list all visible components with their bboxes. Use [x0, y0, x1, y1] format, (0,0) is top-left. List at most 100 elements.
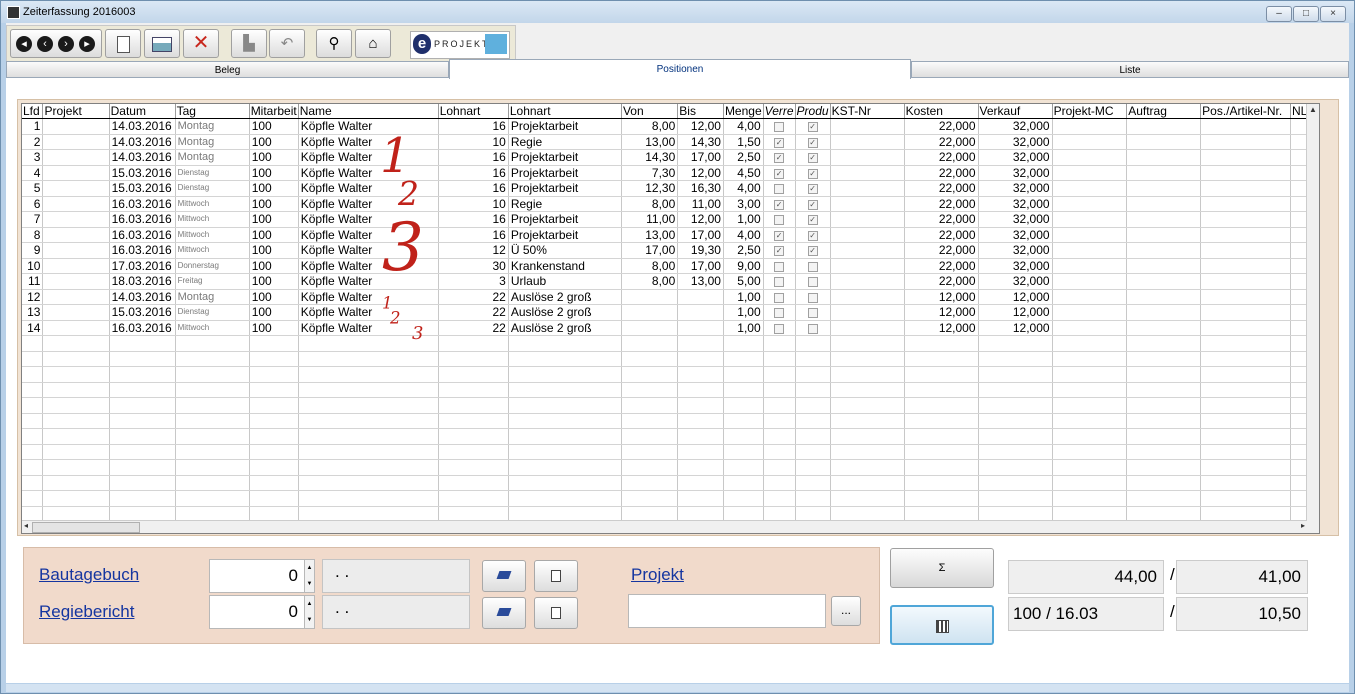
table-row[interactable]: 9 16.03.2016 Mittwoch 100 Köpfle Walter 12 Ü 5… [22, 242, 1319, 259]
cell-empty[interactable] [621, 413, 679, 429]
scroll-left-icon[interactable]: ◂ [24, 521, 28, 531]
cell-empty[interactable] [508, 351, 622, 367]
cell-la[interactable]: 10 [438, 134, 509, 150]
cell-empty[interactable] [723, 444, 764, 460]
cell-kosten[interactable]: 22,000 [904, 180, 979, 197]
cell-empty[interactable] [677, 475, 724, 491]
cell-empty[interactable] [1126, 444, 1202, 460]
column-header[interactable]: Lohnart [508, 104, 622, 119]
cell-bis[interactable]: 17,00 [677, 149, 724, 166]
cell-empty[interactable] [904, 382, 979, 398]
cell-empty[interactable] [298, 351, 439, 367]
cell-empty[interactable] [1052, 351, 1128, 367]
cell-la[interactable]: 12 [438, 242, 509, 259]
bautagebuch-date-field[interactable]: . . [322, 559, 470, 593]
cell-empty[interactable] [1052, 118, 1128, 135]
cell-empty[interactable] [22, 382, 44, 398]
cell-empty[interactable] [1052, 335, 1128, 352]
cell-empty[interactable] [1052, 382, 1128, 398]
cell-empty[interactable] [830, 258, 905, 274]
cell-bis[interactable] [677, 304, 724, 321]
verrechnet-checkbox[interactable] [763, 211, 796, 228]
cell-tag[interactable]: Freitag [175, 273, 250, 290]
cell-empty[interactable] [1126, 459, 1202, 476]
minimize-button[interactable]: – [1266, 6, 1292, 22]
cell-empty[interactable] [175, 335, 250, 352]
cell-tag[interactable]: Montag [175, 118, 250, 135]
cell-empty[interactable] [795, 475, 831, 491]
cell-lohnart[interactable]: Regie [508, 134, 622, 150]
cell-empty[interactable] [22, 459, 44, 476]
cell-empty[interactable] [109, 413, 176, 429]
cell-empty[interactable] [763, 351, 796, 367]
cell-empty[interactable] [763, 428, 796, 445]
cell-empty[interactable] [42, 134, 110, 150]
cell-bis[interactable] [677, 320, 724, 336]
cell-empty[interactable] [904, 459, 979, 476]
cell-kosten[interactable]: 22,000 [904, 165, 979, 181]
produktiv-checkbox[interactable]: ✓ [795, 149, 831, 166]
cell-empty[interactable] [795, 413, 831, 429]
cell-empty[interactable] [1126, 242, 1202, 259]
table-row[interactable]: 3 14.03.2016 Montag 100 Köpfle Walter 16 Proje… [22, 149, 1319, 166]
cell-empty[interactable] [175, 351, 250, 367]
cell-empty[interactable] [249, 335, 299, 352]
cell-empty[interactable] [42, 397, 110, 414]
cell-name[interactable]: Köpfle Walter [298, 118, 439, 135]
cell-empty[interactable] [438, 335, 509, 352]
cell-empty[interactable] [1126, 490, 1202, 507]
cell-kosten[interactable]: 22,000 [904, 149, 979, 166]
checkbox-icon[interactable]: ✓ [774, 246, 785, 257]
produktiv-checkbox[interactable]: ✓ [795, 118, 831, 135]
cell-empty[interactable] [1200, 165, 1291, 181]
cell-empty[interactable] [298, 459, 439, 476]
cell-empty[interactable] [109, 366, 176, 383]
cell-empty[interactable] [795, 459, 831, 476]
cell-empty[interactable] [763, 413, 796, 429]
checkbox-icon[interactable]: ✓ [774, 168, 785, 179]
cell-empty[interactable] [42, 211, 110, 228]
checkbox-icon[interactable] [807, 308, 818, 319]
cell-lfd[interactable]: 4 [22, 165, 44, 181]
cell-la[interactable]: 22 [438, 289, 509, 305]
cell-name[interactable]: Köpfle Walter [298, 227, 439, 243]
checkbox-icon[interactable]: ✓ [807, 153, 818, 164]
cell-von[interactable] [621, 289, 679, 305]
cell-name[interactable]: Köpfle Walter [298, 134, 439, 150]
column-header[interactable]: Mitarbeit [249, 104, 299, 119]
cell-tag[interactable]: Mittwoch [175, 211, 250, 228]
checkbox-icon[interactable]: ✓ [774, 137, 785, 148]
cell-lfd[interactable]: 6 [22, 196, 44, 212]
cell-empty[interactable] [830, 459, 905, 476]
cell-la[interactable]: 16 [438, 149, 509, 166]
bautagebuch-new-button[interactable] [534, 560, 578, 592]
cell-empty[interactable] [978, 351, 1053, 367]
cell-kosten[interactable]: 12,000 [904, 304, 979, 321]
checkbox-icon[interactable] [774, 323, 785, 334]
cell-von[interactable] [621, 320, 679, 336]
checkbox-icon[interactable] [807, 261, 818, 272]
verrechnet-checkbox[interactable]: ✓ [763, 242, 796, 259]
column-header[interactable]: Name [298, 104, 439, 119]
cell-lfd[interactable]: 9 [22, 242, 44, 259]
produktiv-checkbox[interactable]: ✓ [795, 134, 831, 150]
cell-empty[interactable] [677, 490, 724, 507]
cell-empty[interactable] [1052, 149, 1128, 166]
table-row[interactable]: 8 16.03.2016 Mittwoch 100 Köpfle Walter 16 Pro… [22, 227, 1319, 243]
checkbox-icon[interactable] [807, 292, 818, 303]
cell-empty[interactable] [795, 490, 831, 507]
cell-lohnart[interactable]: Auslöse 2 groß [508, 304, 622, 321]
table-row[interactable]: 5 15.03.2016 Dienstag 100 Köpfle Walter 16 Pro… [22, 180, 1319, 197]
cell-empty[interactable] [438, 475, 509, 491]
cell-empty[interactable] [677, 382, 724, 398]
cell-empty[interactable] [904, 490, 979, 507]
cell-empty[interactable] [1126, 211, 1202, 228]
tab-positionen[interactable]: Positionen [449, 59, 911, 79]
cell-datum[interactable]: 16.03.2016 [109, 242, 176, 259]
horizontal-scroll-thumb[interactable] [32, 522, 140, 533]
cell-tag[interactable]: Dienstag [175, 180, 250, 197]
produktiv-checkbox[interactable] [795, 273, 831, 290]
cell-empty[interactable] [175, 428, 250, 445]
sum-button[interactable]: Σ [890, 548, 994, 588]
cell-empty[interactable] [22, 490, 44, 507]
